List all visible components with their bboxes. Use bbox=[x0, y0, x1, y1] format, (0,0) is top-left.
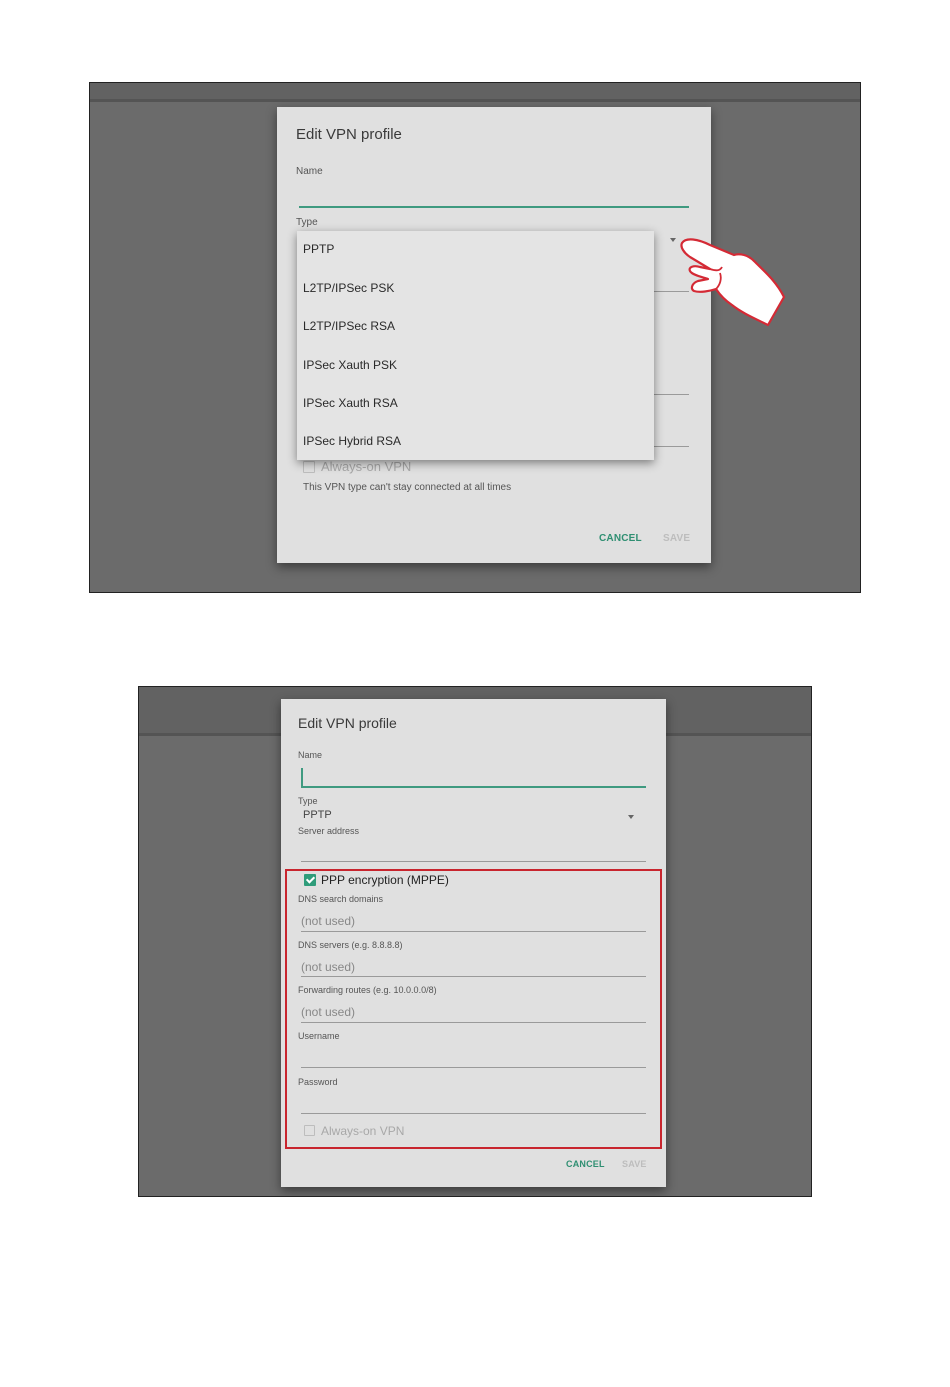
dialog-title: Edit VPN profile bbox=[298, 715, 397, 731]
name-input[interactable] bbox=[301, 786, 646, 788]
name-input-caret bbox=[301, 768, 303, 786]
menu-item-ipsec-hybrid-rsa[interactable]: IPSec Hybrid RSA bbox=[303, 434, 401, 448]
cancel-button[interactable]: CANCEL bbox=[566, 1159, 605, 1169]
name-input[interactable] bbox=[299, 206, 689, 208]
always-on-vpn-label: Always-on VPN bbox=[321, 459, 412, 474]
always-on-vpn-checkbox[interactable] bbox=[303, 461, 315, 473]
type-dropdown-menu: PPTP L2TP/IPSec PSK L2TP/IPSec RSA IPSec… bbox=[297, 231, 654, 460]
name-label: Name bbox=[296, 166, 323, 177]
type-select-value[interactable]: PPTP bbox=[303, 809, 332, 821]
server-address-label: Server address bbox=[298, 826, 360, 836]
pptp-options-highlight bbox=[285, 869, 662, 1149]
menu-item-pptp[interactable]: PPTP bbox=[303, 242, 334, 256]
type-dropdown-arrow-icon[interactable] bbox=[628, 815, 634, 819]
pointing-hand-icon bbox=[680, 238, 786, 327]
screenshot-pptp-form: Edit VPN profile Name Type PPTP Server a… bbox=[138, 686, 812, 1197]
menu-item-ipsec-xauth-psk[interactable]: IPSec Xauth PSK bbox=[303, 358, 397, 372]
type-label: Type bbox=[298, 796, 318, 806]
name-label: Name bbox=[298, 750, 323, 760]
field-underline bbox=[653, 394, 689, 395]
save-button[interactable]: SAVE bbox=[622, 1159, 647, 1169]
screenshot-type-menu: Edit VPN profile Name Type Always-on VPN… bbox=[89, 82, 861, 593]
type-label: Type bbox=[296, 217, 318, 228]
server-address-input[interactable] bbox=[301, 861, 646, 862]
cancel-button[interactable]: CANCEL bbox=[599, 533, 642, 544]
field-underline bbox=[653, 446, 689, 447]
dialog-title: Edit VPN profile bbox=[296, 126, 402, 143]
menu-item-ipsec-xauth-rsa[interactable]: IPSec Xauth RSA bbox=[303, 396, 398, 410]
app-bar bbox=[90, 83, 860, 102]
always-on-vpn-note: This VPN type can't stay connected at al… bbox=[303, 482, 512, 493]
menu-item-l2tp-psk[interactable]: L2TP/IPSec PSK bbox=[303, 281, 394, 295]
save-button[interactable]: SAVE bbox=[663, 533, 690, 544]
menu-item-l2tp-rsa[interactable]: L2TP/IPSec RSA bbox=[303, 319, 395, 333]
